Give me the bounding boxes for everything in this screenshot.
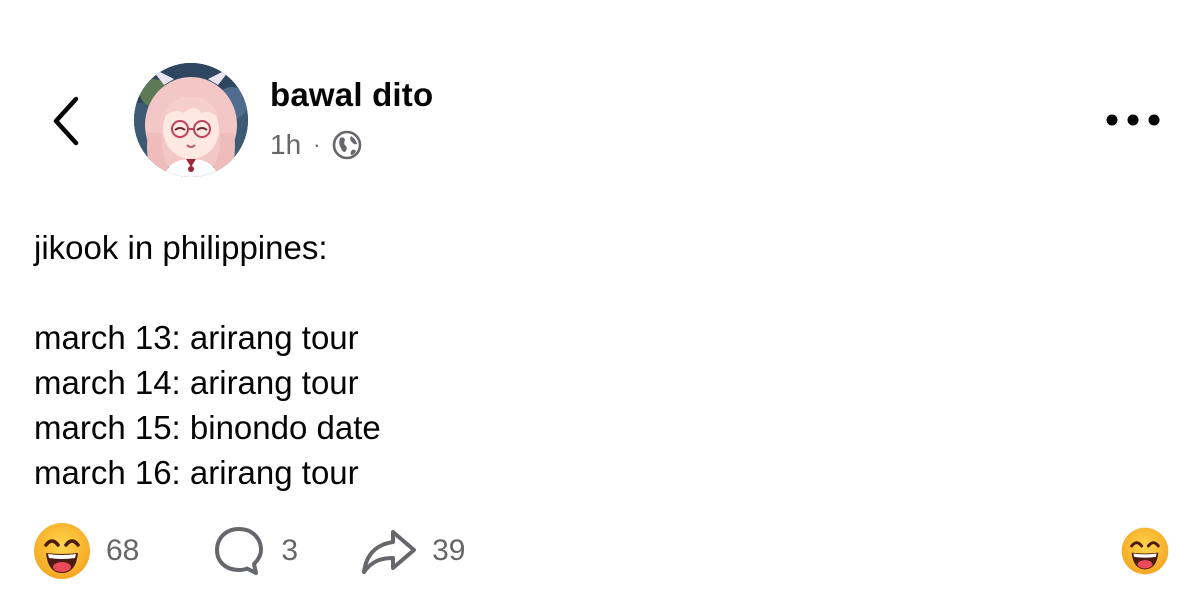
- post-intro: jikook in philippines:: [34, 229, 328, 266]
- laughing-emoji-icon: [1121, 527, 1169, 575]
- more-options-button[interactable]: [1100, 100, 1166, 140]
- post-text: jikook in philippines: march 13: arirang…: [34, 225, 1134, 495]
- comment-count: 3: [281, 534, 299, 567]
- share-count: 39: [432, 534, 466, 567]
- more-dots-icon: [1106, 114, 1160, 126]
- globe-icon: [333, 130, 362, 160]
- reaction-button[interactable]: 68: [32, 521, 139, 581]
- back-button[interactable]: [40, 90, 92, 152]
- meta-separator: ·: [313, 132, 321, 157]
- avatar-image: [134, 63, 248, 177]
- share-arrow-icon: [362, 530, 417, 574]
- comment-button[interactable]: 3: [211, 523, 298, 579]
- post-line: march 15: binondo date: [34, 409, 381, 446]
- post-line: march 16: arirang tour: [34, 454, 359, 491]
- post-line: march 14: arirang tour: [34, 364, 359, 401]
- laughing-emoji-icon: [34, 523, 90, 579]
- quick-reaction-button[interactable]: [1120, 526, 1170, 576]
- post-timestamp[interactable]: 1h: [270, 129, 301, 161]
- avatar[interactable]: [134, 63, 248, 177]
- reaction-count: 68: [106, 534, 140, 567]
- post-line: march 13: arirang tour: [34, 319, 359, 356]
- comment-bubble-icon: [215, 527, 264, 575]
- chevron-left-icon: [53, 96, 79, 146]
- share-button[interactable]: 39: [360, 526, 465, 576]
- post-meta: 1h ·: [270, 126, 362, 164]
- author-name[interactable]: bawal dito: [270, 76, 433, 114]
- post-actions: 68 3 39: [32, 521, 465, 581]
